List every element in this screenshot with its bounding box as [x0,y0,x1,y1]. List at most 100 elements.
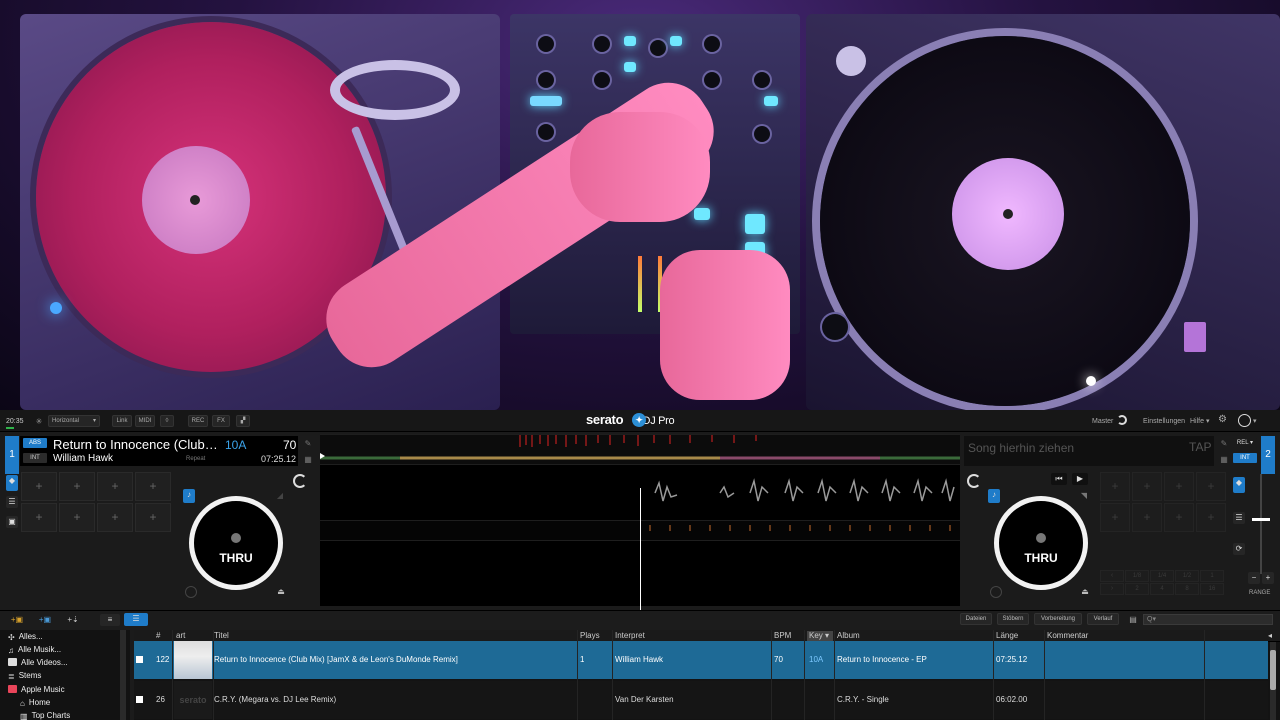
deck1-grid-icon[interactable]: ▦ [302,454,314,466]
deck1-cue-7[interactable]: + [97,503,133,532]
deck1-edit-icon[interactable]: ✎ [302,438,314,450]
deck2-loop-prev[interactable]: ‹ [1100,570,1124,582]
deck1-number[interactable]: 1 [5,436,19,474]
sidebar-item-apple-music[interactable]: Apple Music [8,685,65,694]
deck1-virtual-vinyl[interactable]: THRU [189,496,283,590]
help-menu[interactable]: Hilfe ▾ [1190,416,1209,427]
collapse-icon[interactable]: ◂ [1268,631,1272,641]
deck2-cue-8[interactable]: + [1196,503,1226,532]
deck2-pitch-slider[interactable] [1252,474,1270,574]
midi-button[interactable]: MIDI [135,415,155,427]
deck2-eject-icon[interactable]: ⏏ [1079,586,1091,598]
deck1-eject-icon[interactable]: ⏏ [275,586,287,598]
sidebar-scrollbar[interactable] [120,630,126,720]
col-plays[interactable]: Plays [580,631,600,641]
shield-icon[interactable]: ◊ [160,415,174,427]
add-subcrate-icon[interactable]: +⇣ [62,614,84,626]
waveform-display[interactable] [320,434,960,620]
table-row[interactable]: 122 Return to Innocence (Club Mix) [JamX… [134,641,1268,679]
add-crate-icon[interactable]: +▣ [6,614,28,626]
user-icon[interactable] [1238,414,1251,427]
add-smart-crate-icon[interactable]: +▣ [34,614,56,626]
deck2-tap-button[interactable]: TAP [1189,440,1211,454]
deck2-cue-mode-icon[interactable]: ◆ [1233,477,1245,493]
deck2-grid-icon[interactable]: ▦ [1218,454,1230,466]
deck2-loop-6[interactable]: 4 [1150,583,1174,595]
deck1-cue-5[interactable]: + [21,503,57,532]
deck2-sliders-icon[interactable]: ☰ [1233,512,1245,524]
sidebar-item-stems[interactable]: ≣ Stems [8,671,41,681]
deck2-int-mode[interactable]: INT [1233,453,1257,463]
col-bpm[interactable]: BPM [774,631,791,641]
deck2-loop-5[interactable]: 2 [1125,583,1149,595]
tracklist-scrollbar[interactable] [1270,642,1276,720]
deck1-repeat[interactable]: Repeat [186,456,205,462]
deck2-cue-6[interactable]: + [1132,503,1162,532]
tab-prepare[interactable]: Vorbereitung [1034,613,1082,625]
deck1-cue-3[interactable]: + [97,472,133,501]
deck2-censor-icon[interactable] [990,586,1002,598]
deck1-sliders-icon[interactable]: ☰ [6,496,18,508]
deck2-pitch-plus[interactable]: + [1262,572,1274,584]
col-art[interactable]: art [176,631,185,641]
col-artist[interactable]: Interpret [615,631,645,641]
brightness-icon[interactable]: ✳ [34,416,44,426]
sidebar-item-all-music[interactable]: ♫ Alle Musik... [8,645,61,655]
deck2-loop-3[interactable]: 1/2 [1175,570,1199,582]
col-key[interactable]: Key ▾ [807,631,833,641]
deck2-rel-mode[interactable]: REL ▾ [1233,438,1257,448]
table-row[interactable]: 26 serato C.R.Y. (Megara vs. DJ Lee Remi… [134,681,1268,719]
deck2-pitch-minus[interactable]: − [1248,572,1260,584]
settings-link[interactable]: Einstellungen [1143,416,1185,427]
deck2-prev-icon[interactable]: ⏮ [1051,473,1067,485]
deck2-play-icon[interactable]: ▶ [1072,473,1088,485]
deck2-cue-7[interactable]: + [1164,503,1194,532]
col-title[interactable]: Titel [214,631,229,641]
deck2-cue-3[interactable]: + [1164,472,1194,501]
sidebar-item-all-videos[interactable]: Alle Videos... [8,658,68,667]
deck2-pitch-handle[interactable] [1252,518,1270,521]
fx-button[interactable]: FX [212,415,230,427]
track-overview-deck1[interactable] [320,434,960,464]
deck2-sync-loop-icon[interactable]: ⟳ [1233,543,1245,555]
col-length[interactable]: Länge [996,631,1018,641]
deck2-slip-icon[interactable]: ◥ [1078,490,1090,502]
col-album[interactable]: Album [837,631,860,641]
deck2-loop-8[interactable]: 16 [1200,583,1224,595]
deck1-sync-icon[interactable] [293,474,307,488]
deck2-sync-icon[interactable] [967,474,981,488]
deck2-cue-1[interactable]: + [1100,472,1130,501]
deck2-loop-7[interactable]: 8 [1175,583,1199,595]
deck1-abs-mode[interactable]: ABS [23,438,47,448]
tracklist-scroll-thumb[interactable] [1270,650,1276,690]
deck2-loop-4[interactable]: 1 [1200,570,1224,582]
library-mode-icon[interactable]: ▤ [1127,614,1139,626]
deck2-edit-icon[interactable]: ✎ [1218,438,1230,450]
layout-select[interactable]: Horizontal ▾ [48,415,100,427]
master-volume-icon[interactable] [1117,415,1127,425]
col-num[interactable]: # [156,631,160,641]
deck2-range-button[interactable]: RANGE [1249,588,1270,599]
search-input[interactable]: Q▾ [1143,614,1273,625]
sidebar-item-all[interactable]: ✣ Alles... [8,632,43,642]
deck2-cue-4[interactable]: + [1196,472,1226,501]
gear-icon[interactable]: ⚙ [1218,414,1227,425]
deck1-cue-4[interactable]: + [135,472,171,501]
tab-files[interactable]: Dateien [960,613,992,625]
sidebar-item-home[interactable]: ⌂ Home [20,698,50,708]
deck1-music-note-icon[interactable]: ♪ [183,489,195,503]
deck1-cue-2[interactable]: + [59,472,95,501]
deck1-cue-8[interactable]: + [135,503,171,532]
deck1-cue-6[interactable]: + [59,503,95,532]
deck1-cue-mode-icon[interactable]: ◆ [6,475,18,491]
deck2-loop-1[interactable]: 1/8 [1125,570,1149,582]
deck2-cue-5[interactable]: + [1100,503,1130,532]
deck2-number[interactable]: 2 [1261,436,1275,474]
link-button[interactable]: Link [112,415,132,427]
rec-button[interactable]: REC [188,415,208,427]
detail-view-icon[interactable]: ☰ [124,613,148,626]
deck2-music-note-icon[interactable]: ♪ [988,489,1000,503]
sampler-icon[interactable]: ▞ [236,415,250,427]
deck1-sampler-icon[interactable]: ▣ [6,516,18,528]
deck2-cue-2[interactable]: + [1132,472,1162,501]
